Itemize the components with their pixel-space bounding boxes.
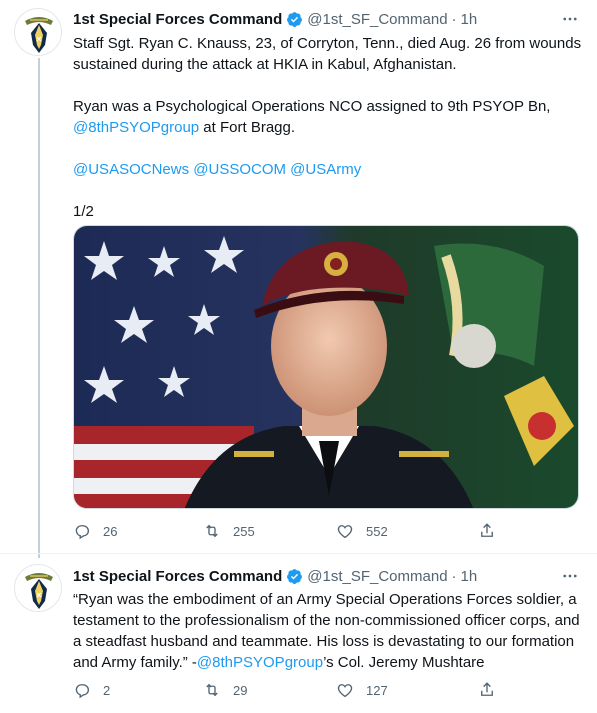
- account-handle[interactable]: @1st_SF_Command: [307, 568, 447, 585]
- thread-counter: 1/2: [73, 203, 94, 220]
- tweet-header: 1st Special Forces Command @1st_SF_Comma…: [73, 565, 477, 587]
- reply-button[interactable]: 2: [73, 679, 110, 701]
- like-count: 552: [366, 523, 388, 539]
- special-forces-crest-icon: [25, 17, 53, 53]
- like-count: 127: [366, 682, 388, 698]
- retweet-button[interactable]: 255: [203, 520, 255, 542]
- more-options-button[interactable]: [559, 8, 581, 30]
- avatar[interactable]: [14, 8, 62, 56]
- more-icon: [563, 17, 577, 21]
- retweet-count: 29: [233, 682, 248, 698]
- more-options-button[interactable]: [559, 565, 581, 587]
- verified-badge-icon: [286, 568, 303, 585]
- tweet-header: 1st Special Forces Command @1st_SF_Comma…: [73, 8, 477, 30]
- tweet-photo[interactable]: [73, 225, 579, 509]
- tweet[interactable]: 1st Special Forces Command @1st_SF_Comma…: [0, 553, 597, 713]
- tweet-actions: 26 255 552: [73, 520, 503, 542]
- mention-link[interactable]: @USASOCNews: [73, 161, 189, 178]
- paragraph-text: Ryan was a Psychological Operations NCO …: [73, 98, 551, 115]
- tweet-actions: 2 29 127: [73, 679, 503, 701]
- more-icon: [563, 574, 577, 578]
- reply-button[interactable]: 26: [73, 520, 117, 542]
- reply-count: 26: [103, 523, 118, 539]
- separator-dot: ·: [451, 10, 457, 28]
- tweet-paragraph: Staff Sgt. Ryan C. Knauss, 23, of Corryt…: [73, 35, 582, 73]
- share-button[interactable]: [478, 520, 496, 542]
- tweet-text: “Ryan was the embodiment of an Army Spec…: [73, 589, 583, 673]
- share-icon: [481, 682, 493, 696]
- verified-badge-icon: [286, 11, 303, 28]
- tweet-paragraph: Ryan was a Psychological Operations NCO …: [73, 96, 583, 138]
- account-name[interactable]: 1st Special Forces Command: [73, 568, 282, 585]
- account-handle[interactable]: @1st_SF_Command: [307, 11, 447, 28]
- like-button[interactable]: 552: [336, 520, 388, 542]
- reply-icon: [75, 684, 90, 699]
- retweet-icon: [206, 683, 218, 697]
- mentions-line: @USASOCNews @USSOCOM @USArmy: [73, 159, 583, 180]
- share-icon: [481, 523, 493, 537]
- mention-link[interactable]: @8thPSYOPgroup: [197, 654, 323, 671]
- reply-count: 2: [103, 682, 111, 698]
- separator-dot: ·: [451, 567, 457, 585]
- heart-icon: [337, 684, 353, 698]
- tweet-timestamp[interactable]: 1h: [461, 568, 478, 585]
- quote-attribution: ’s Col. Jeremy Mushtare: [323, 654, 485, 671]
- paragraph-text: at Fort Bragg.: [199, 119, 296, 136]
- account-name[interactable]: 1st Special Forces Command: [73, 11, 282, 28]
- share-button[interactable]: [478, 679, 496, 701]
- retweet-button[interactable]: 29: [203, 679, 247, 701]
- mention-link[interactable]: @8thPSYOPgroup: [73, 119, 199, 136]
- tweet-text: Staff Sgt. Ryan C. Knauss, 23, of Corryt…: [73, 33, 583, 222]
- mention-link[interactable]: @USSOCOM: [193, 161, 286, 178]
- retweet-icon: [206, 524, 218, 538]
- reply-icon: [75, 525, 90, 540]
- special-forces-crest-icon: [25, 573, 53, 609]
- like-button[interactable]: 127: [336, 679, 388, 701]
- tweet-timestamp[interactable]: 1h: [461, 11, 478, 28]
- soldier-portrait-image: [74, 226, 578, 508]
- tweet[interactable]: 1st Special Forces Command @1st_SF_Comma…: [0, 0, 597, 553]
- heart-icon: [337, 525, 353, 539]
- retweet-count: 255: [233, 523, 255, 539]
- mention-link[interactable]: @USArmy: [290, 161, 361, 178]
- avatar[interactable]: [14, 564, 62, 612]
